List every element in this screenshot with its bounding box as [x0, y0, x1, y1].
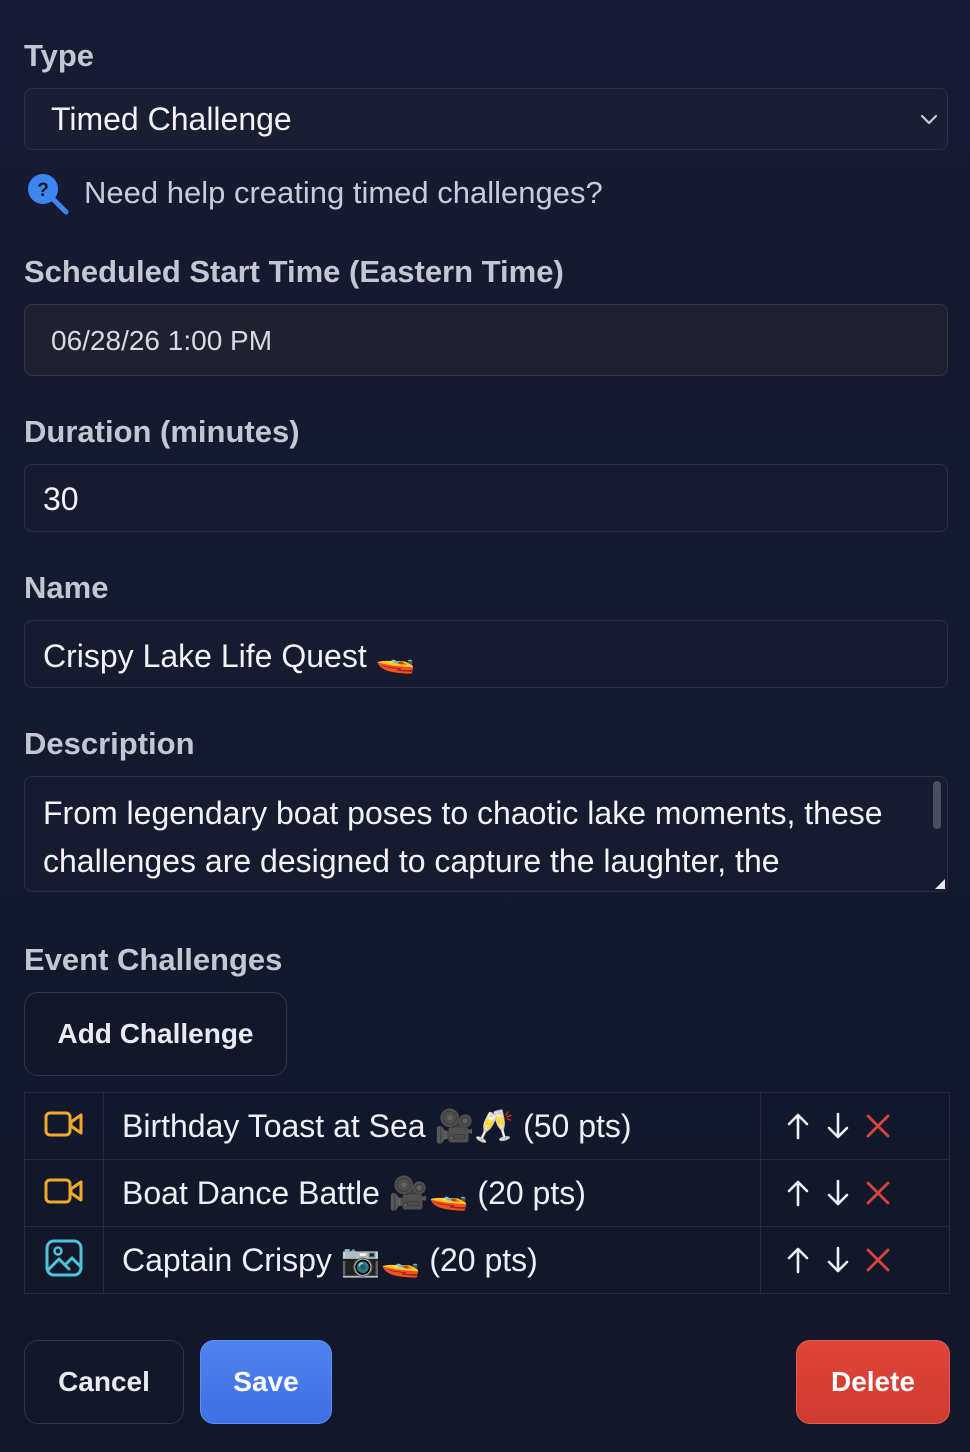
duration-value: 30	[43, 481, 79, 517]
name-value: Crispy Lake Life Quest 🚤	[43, 638, 416, 674]
duration-label: Duration (minutes)	[24, 414, 300, 449]
video-icon	[44, 1111, 83, 1136]
actions-cell	[760, 1226, 950, 1294]
event-challenges-label: Event Challenges	[24, 942, 283, 977]
actions-cell	[760, 1159, 950, 1227]
type-select-value: Timed Challenge	[51, 101, 292, 137]
table-row: Captain Crispy 📷🚤 (20 pts)	[24, 1226, 950, 1294]
remove-icon[interactable]	[865, 1178, 891, 1208]
description-scrollbar[interactable]	[933, 781, 941, 829]
remove-icon[interactable]	[865, 1111, 891, 1141]
type-select[interactable]: Timed Challenge	[24, 88, 948, 150]
icon-cell	[24, 1159, 104, 1227]
name-label: Name	[24, 570, 109, 605]
type-label: Type	[24, 38, 95, 73]
help-link[interactable]: ? Need help creating timed challenges?	[24, 168, 603, 218]
description-textarea[interactable]: From legendary boat poses to chaotic lak…	[24, 776, 948, 892]
schedule-value: 06/28/26 1:00 PM	[51, 325, 273, 356]
move-down-icon[interactable]	[825, 1111, 851, 1141]
move-up-icon[interactable]	[785, 1245, 811, 1275]
help-search-icon: ?	[28, 174, 69, 215]
challenge-name: Boat Dance Battle 🎥🚤 (20 pts)	[103, 1159, 761, 1227]
save-button[interactable]: Save	[200, 1340, 332, 1424]
move-down-icon[interactable]	[825, 1178, 851, 1208]
add-challenge-button[interactable]: Add Challenge	[24, 992, 287, 1076]
icon-cell	[24, 1226, 104, 1294]
description-label: Description	[24, 726, 195, 761]
duration-input[interactable]: 30	[24, 464, 948, 532]
challenges-table: Birthday Toast at Sea 🎥🥂 (50 pts) Boat D…	[24, 1092, 950, 1294]
table-row: Birthday Toast at Sea 🎥🥂 (50 pts)	[24, 1092, 950, 1160]
chevron-down-icon	[920, 114, 938, 125]
challenge-name: Captain Crispy 📷🚤 (20 pts)	[103, 1226, 761, 1294]
icon-cell	[24, 1092, 104, 1160]
move-up-icon[interactable]	[785, 1178, 811, 1208]
description-value: From legendary boat poses to chaotic lak…	[43, 795, 883, 879]
svg-text:?: ?	[37, 180, 49, 201]
challenge-name: Birthday Toast at Sea 🎥🥂 (50 pts)	[103, 1092, 761, 1160]
help-link-text: Need help creating timed challenges?	[84, 175, 603, 210]
table-row: Boat Dance Battle 🎥🚤 (20 pts)	[24, 1159, 950, 1227]
video-icon	[44, 1178, 83, 1203]
image-icon	[45, 1239, 83, 1276]
move-down-icon[interactable]	[825, 1245, 851, 1275]
delete-button[interactable]: Delete	[796, 1340, 950, 1424]
cancel-button[interactable]: Cancel	[24, 1340, 184, 1424]
actions-cell	[760, 1092, 950, 1160]
schedule-label: Scheduled Start Time (Eastern Time)	[24, 254, 564, 289]
move-up-icon[interactable]	[785, 1111, 811, 1141]
name-input[interactable]: Crispy Lake Life Quest 🚤	[24, 620, 948, 688]
schedule-input[interactable]: 06/28/26 1:00 PM	[24, 304, 948, 376]
remove-icon[interactable]	[865, 1245, 891, 1275]
resize-handle-icon[interactable]	[935, 879, 945, 889]
